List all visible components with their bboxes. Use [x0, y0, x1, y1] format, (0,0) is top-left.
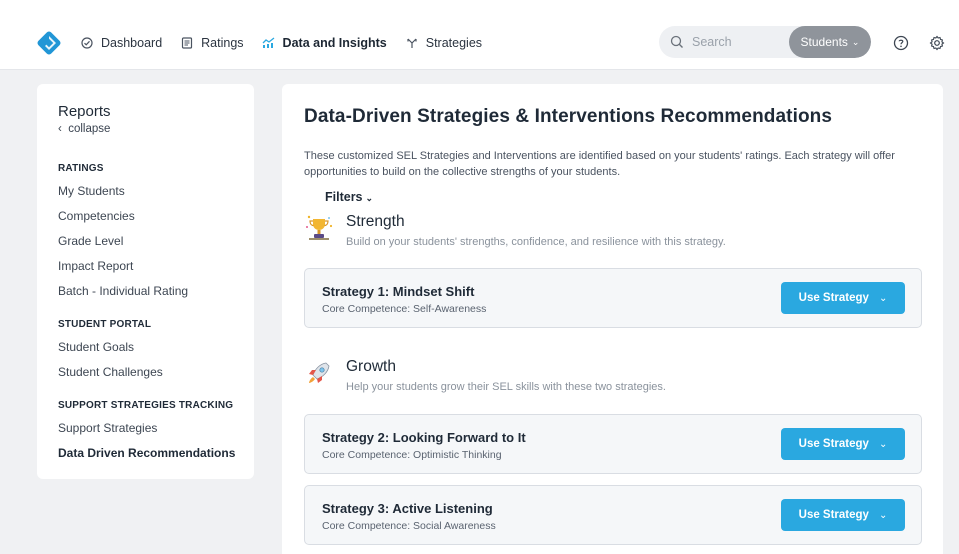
sidebar-item-data-driven-recommendations[interactable]: Data Driven Recommendations [58, 441, 254, 466]
sidebar-collapse-link[interactable]: ‹ collapse [58, 123, 254, 137]
rocket-icon [309, 362, 330, 383]
top-navigation-bar: Dashboard Ratings Data and Insights Stra… [0, 0, 959, 70]
use-strategy-label: Use Strategy [798, 509, 869, 521]
nav-label: Dashboard [101, 36, 163, 50]
section-title: Strength [346, 213, 405, 230]
sidebar-item-grade-level[interactable]: Grade Level [58, 229, 254, 254]
search-input[interactable] [692, 35, 782, 49]
nav-data-and-insights[interactable]: Data and Insights [262, 36, 387, 50]
nav-label: Ratings [201, 36, 244, 50]
nav-label: Strategies [425, 36, 483, 50]
strategy-card: Strategy 2: Looking Forward to It Core C… [304, 414, 922, 474]
strategy-title: Strategy 3: Active Listening [322, 501, 493, 516]
search-icon [670, 35, 683, 48]
reports-sidebar: Reports ‹ collapse RATINGS My Students C… [37, 84, 254, 479]
sidebar-item-support-strategies[interactable]: Support Strategies [58, 416, 254, 441]
nav-ratings[interactable]: Ratings [180, 36, 244, 50]
section-description: Build on your students' strengths, confi… [346, 236, 726, 248]
search-scope-label: Students [800, 35, 848, 49]
chevron-down-icon: ⌄ [878, 509, 888, 521]
sidebar-item-my-students[interactable]: My Students [58, 179, 254, 204]
sidebar-section-ratings: My Students Competencies Grade Level Imp… [58, 179, 254, 304]
sidebar-section-support-strategies: Support Strategies Data Driven Recommend… [58, 416, 254, 466]
chevron-down-icon: ⌄ [851, 36, 860, 47]
use-strategy-label: Use Strategy [798, 438, 869, 450]
chevron-left-icon: ‹ [58, 123, 62, 135]
main-nav: Dashboard Ratings Data and Insights Stra… [80, 33, 500, 53]
use-strategy-button[interactable]: Use Strategy ⌄ [781, 282, 905, 314]
search-field[interactable] [659, 26, 789, 58]
filters-toggle[interactable]: Filters ⌄ [325, 190, 921, 206]
collapse-label: collapse [68, 123, 111, 135]
sidebar-section-heading: SUPPORT STRATEGIES TRACKING [58, 400, 234, 411]
sidebar-title: Reports [58, 103, 111, 120]
gear-icon[interactable] [929, 35, 945, 51]
nav-label: Data and Insights [282, 36, 387, 50]
strategies-icon [405, 36, 419, 50]
use-strategy-label: Use Strategy [798, 292, 869, 304]
sidebar-item-impact-report[interactable]: Impact Report [58, 254, 254, 279]
section-description: Help your students grow their SEL skills… [346, 381, 666, 393]
strategy-title: Strategy 1: Mindset Shift [322, 284, 475, 299]
help-icon[interactable] [893, 35, 909, 51]
recommendations-panel: Data-Driven Strategies & Interventions R… [282, 84, 943, 554]
section-growth: Growth Help your students grow their SEL… [304, 358, 921, 398]
strategy-competence: Core Competence: Optimistic Thinking [322, 449, 502, 461]
sidebar-section-student-portal: Student Goals Student Challenges [58, 335, 254, 385]
page-title: Data-Driven Strategies & Interventions R… [304, 106, 833, 127]
chevron-down-icon: ⌄ [365, 193, 374, 203]
filters-label: Filters [325, 190, 363, 204]
strategy-competence: Core Competence: Social Awareness [322, 520, 496, 532]
nav-strategies[interactable]: Strategies [405, 36, 482, 50]
ratings-icon [180, 36, 194, 50]
chevron-down-icon: ⌄ [878, 292, 888, 304]
search-bar: Students ⌄ [659, 26, 871, 58]
search-scope-dropdown[interactable]: Students ⌄ [789, 26, 871, 58]
strategy-title: Strategy 2: Looking Forward to It [322, 430, 526, 445]
sidebar-section-heading: RATINGS [58, 163, 104, 174]
section-title: Growth [346, 358, 396, 375]
chevron-down-icon: ⌄ [878, 438, 888, 450]
use-strategy-button[interactable]: Use Strategy ⌄ [781, 499, 905, 531]
sidebar-item-student-goals[interactable]: Student Goals [58, 335, 254, 360]
strategy-competence: Core Competence: Self-Awareness [322, 303, 487, 315]
dashboard-icon [80, 36, 94, 50]
nav-dashboard[interactable]: Dashboard [80, 36, 162, 50]
sidebar-item-competencies[interactable]: Competencies [58, 204, 254, 229]
strategy-card: Strategy 3: Active Listening Core Compet… [304, 485, 922, 545]
sidebar-item-student-challenges[interactable]: Student Challenges [58, 360, 254, 385]
sidebar-section-heading: STUDENT PORTAL [58, 319, 152, 330]
use-strategy-button[interactable]: Use Strategy ⌄ [781, 428, 905, 460]
section-strength: Strength Build on your students' strengt… [304, 213, 921, 253]
insights-icon [262, 36, 276, 50]
page-intro: These customized SEL Strategies and Inte… [304, 150, 895, 178]
strategy-card: Strategy 1: Mindset Shift Core Competenc… [304, 268, 922, 328]
app-logo-icon[interactable] [36, 30, 62, 56]
trophy-icon [306, 215, 333, 240]
sidebar-item-batch-individual-rating[interactable]: Batch - Individual Rating [58, 279, 254, 304]
